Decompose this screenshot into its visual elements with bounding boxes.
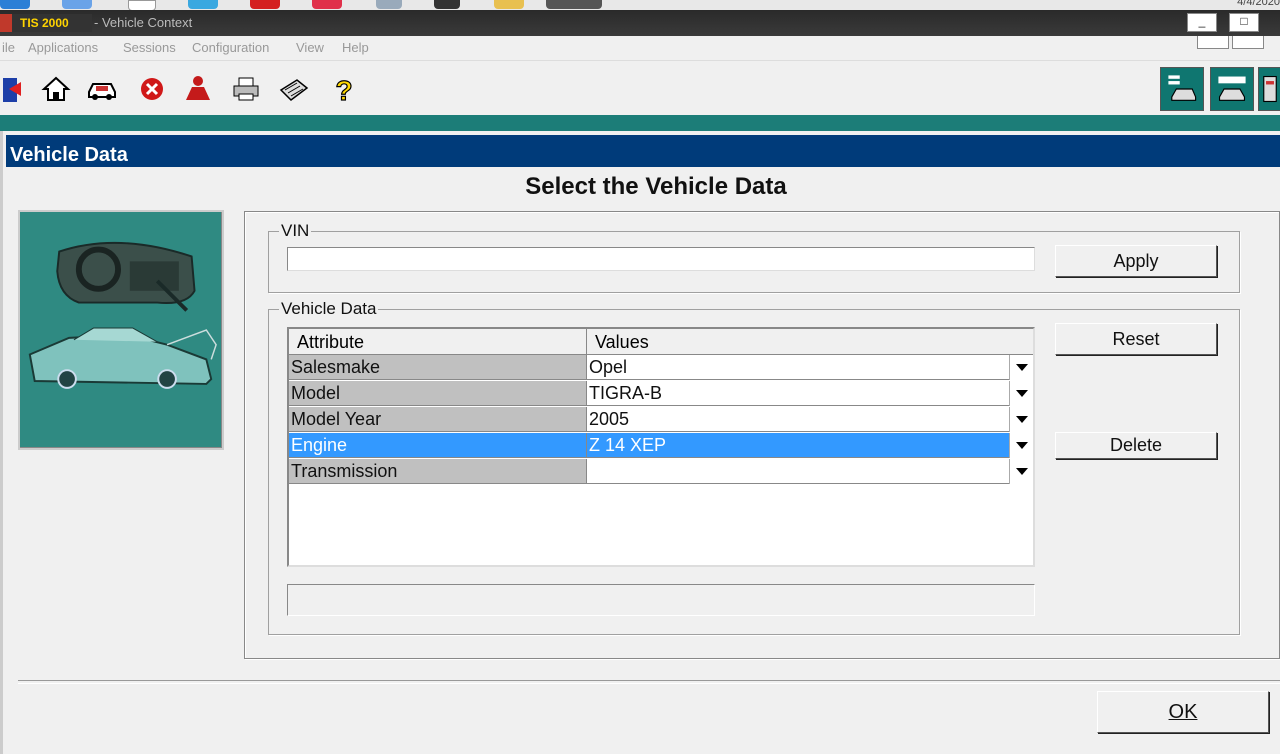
print-icon[interactable]: [230, 73, 262, 105]
ok-button[interactable]: OK: [1097, 691, 1269, 733]
attribute-cell: Transmission: [289, 459, 587, 484]
dropdown-arrow-icon[interactable]: [1009, 433, 1033, 458]
menu-view[interactable]: View: [296, 40, 324, 55]
dropdown-arrow-icon[interactable]: [1009, 355, 1033, 380]
taskbar-app-9[interactable]: [494, 0, 524, 9]
attribute-cell: Salesmake: [289, 355, 587, 380]
window-header: Vehicle Data: [6, 135, 1280, 167]
title-bar: TIS 2000 - Vehicle Context _ □: [0, 10, 1280, 36]
dropdown-arrow-icon[interactable]: [1009, 459, 1033, 484]
mdi-restore-button[interactable]: [1232, 36, 1264, 49]
user-icon[interactable]: [182, 73, 214, 105]
status-field: [287, 584, 1035, 616]
minimize-button[interactable]: _: [1187, 13, 1217, 32]
separator: [18, 680, 1280, 684]
ok-label: OK: [1168, 701, 1198, 723]
menu-bar: ile Applications Sessions Configuration …: [0, 36, 1280, 61]
help-icon[interactable]: ?: [328, 73, 360, 105]
window-title: - Vehicle Context: [94, 15, 193, 30]
car-dashboard-image: [28, 241, 217, 389]
table-row[interactable]: Model TIGRA-B: [289, 381, 1033, 407]
vehicle-data-legend: Vehicle Data: [281, 299, 377, 318]
apply-button[interactable]: Apply: [1055, 245, 1217, 277]
page-title: Select the Vehicle Data: [525, 173, 787, 200]
menu-sessions[interactable]: Sessions: [123, 40, 176, 55]
vehicle-data-icon[interactable]: [1210, 67, 1254, 111]
vehicle-list-icon[interactable]: [1160, 67, 1204, 111]
toolbar: ?: [0, 61, 1280, 115]
vehicle-data-grid: Attribute Values Salesmake Opel Model TI…: [287, 327, 1035, 567]
taskbar-app-8[interactable]: [434, 0, 460, 9]
menu-help[interactable]: Help: [342, 40, 369, 55]
taskbar-app-4[interactable]: [188, 0, 218, 9]
dropdown-arrow-icon[interactable]: [1009, 381, 1033, 406]
exit-icon[interactable]: [0, 73, 32, 105]
attribute-cell: Model Year: [289, 407, 587, 432]
vin-legend: VIN: [281, 221, 310, 240]
taskbar-app-6[interactable]: [312, 0, 342, 9]
taskbar: 4/4/2020: [0, 0, 1280, 11]
taskbar-app-2[interactable]: [62, 0, 92, 9]
column-header-attribute[interactable]: Attribute: [289, 329, 587, 355]
svg-text:?: ?: [335, 75, 352, 104]
keyboard-icon[interactable]: [278, 73, 310, 105]
vehicle-illustration: [18, 210, 224, 450]
maximize-button[interactable]: □: [1229, 13, 1259, 32]
value-cell[interactable]: TIGRA-B: [587, 381, 1033, 406]
taskbar-app-1[interactable]: [0, 0, 30, 9]
table-row[interactable]: Model Year 2005: [289, 407, 1033, 433]
app-logo: TIS 2000: [0, 14, 92, 32]
taskbar-app-10[interactable]: [546, 0, 602, 9]
delete-button[interactable]: Delete: [1055, 432, 1217, 459]
vehicle-doc-icon[interactable]: [1258, 67, 1280, 111]
value-cell[interactable]: [587, 459, 1033, 484]
reset-button[interactable]: Reset: [1055, 323, 1217, 355]
taskbar-clock: 4/4/2020: [1237, 0, 1280, 8]
menu-applications[interactable]: Applications: [28, 40, 98, 55]
dropdown-arrow-icon[interactable]: [1009, 407, 1033, 432]
home-icon[interactable]: [40, 73, 72, 105]
cancel-icon[interactable]: [136, 73, 168, 105]
vehicle-icon[interactable]: [86, 73, 118, 105]
attribute-cell: Engine: [289, 433, 587, 458]
attribute-cell: Model: [289, 381, 587, 406]
teal-band: [0, 115, 1280, 131]
menu-file[interactable]: ile: [2, 40, 15, 55]
table-row[interactable]: Salesmake Opel: [289, 355, 1033, 381]
column-header-values[interactable]: Values: [587, 329, 1033, 355]
menu-configuration[interactable]: Configuration: [192, 40, 269, 55]
mdi-minimize-button[interactable]: [1197, 36, 1229, 49]
value-cell[interactable]: 2005: [587, 407, 1033, 432]
taskbar-app-5[interactable]: [250, 0, 280, 9]
taskbar-app-7[interactable]: [376, 0, 402, 9]
value-cell[interactable]: Opel: [587, 355, 1033, 380]
table-row-selected[interactable]: Engine Z 14 XEP: [289, 433, 1033, 459]
value-cell[interactable]: Z 14 XEP: [587, 433, 1033, 458]
vin-input[interactable]: [287, 247, 1035, 271]
table-row[interactable]: Transmission: [289, 459, 1033, 485]
